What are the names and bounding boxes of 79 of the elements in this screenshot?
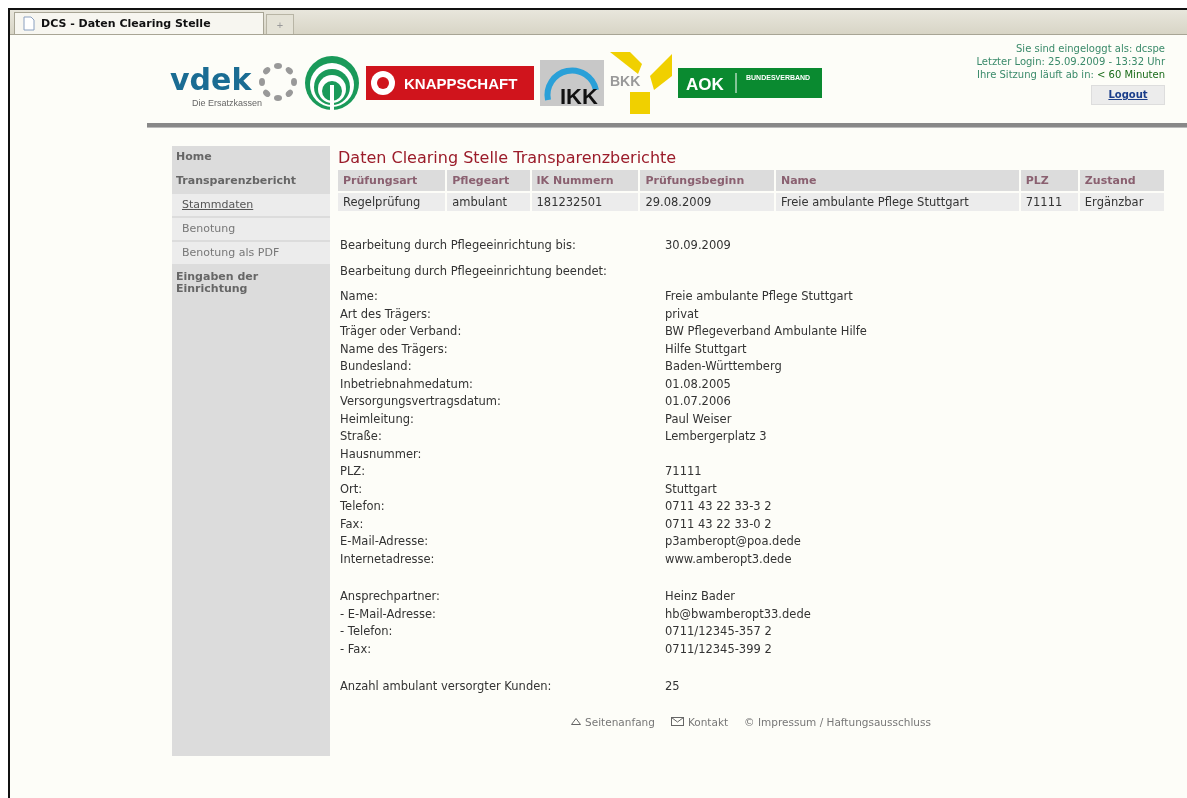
logo: [304, 55, 360, 111]
field-label: Internetadresse:: [340, 550, 436, 568]
field-label: Inbetriebnahmedatum:: [340, 375, 474, 393]
field-value: BW Pflegeverband Ambulante Hilfe: [665, 323, 867, 340]
field-value: 30.09.2009: [665, 237, 731, 254]
field-label: - Telefon:: [340, 623, 394, 640]
field-value: 0711/12345-399 2: [665, 640, 772, 658]
field-label: Name:: [340, 288, 379, 305]
field-label: Fax:: [340, 515, 365, 533]
field-label: Versorgungsvertragsdatum:: [340, 393, 502, 410]
field-value: p3amberopt@poa.dede: [665, 533, 801, 550]
field-label: Bearbeitung durch Pflegeeinrichtung beendet:: [340, 262, 608, 280]
footer-link[interactable]: Kontakt: [670, 715, 729, 728]
field-label: Telefon:: [340, 498, 386, 515]
page-icon: [23, 16, 35, 31]
footer-link[interactable]: © Impressum / Haftungsausschluss: [744, 715, 931, 728]
column-header: Zustand: [1079, 170, 1164, 191]
field-value: 01.08.2005: [665, 375, 731, 393]
table-cell: 29.08.2009: [640, 193, 774, 211]
field-label: E-Mail-Adresse:: [340, 533, 430, 550]
field-label: - E-Mail-Adresse:: [340, 605, 437, 623]
column-header: Prüfungsart: [338, 170, 446, 191]
sidebar-item[interactable]: Benotung: [172, 218, 330, 240]
browser-tab[interactable]: DCS - Daten Clearing Stelle: [14, 12, 264, 34]
field-label: PLZ:: [340, 463, 367, 480]
field-value: Baden-Württemberg: [665, 358, 782, 375]
table-cell: Ergänzbar: [1079, 193, 1164, 211]
field-value: 0711 43 22 33-0 2: [665, 515, 772, 533]
field-label: Name des Trägers:: [340, 340, 449, 358]
field-label: Hausnummer:: [340, 445, 423, 463]
field-value: 71111: [665, 463, 702, 480]
field-value: Paul Weiser: [665, 410, 732, 428]
column-header: Name: [775, 170, 1019, 191]
login-user-text: Sie sind eingeloggt als: dcspe: [1016, 41, 1165, 55]
logout-button[interactable]: Logout: [1091, 84, 1165, 105]
table-cell: Freie ambulante Pflege Stuttgart: [775, 193, 1019, 211]
table-cell: Regelprüfung: [338, 193, 446, 211]
logo: BKK: [610, 52, 672, 114]
page-title: Daten Clearing Stelle Transparenzberichte: [338, 148, 678, 168]
sidebar-item[interactable]: Stammdaten: [172, 194, 330, 216]
field-value: Lembergerplatz 3: [665, 428, 767, 445]
column-header: PLZ: [1020, 170, 1078, 191]
footer-link[interactable]: Seitenanfang: [571, 715, 655, 728]
triangle-up-icon: [571, 718, 582, 725]
column-header: Pflegeart: [447, 170, 530, 191]
column-header: Prüfungsbeginn: [640, 170, 774, 191]
table-cell: 181232501: [531, 193, 639, 211]
field-value: www.amberopt3.dede: [665, 550, 792, 568]
field-label: Straße:: [340, 428, 383, 445]
field-value: privat: [665, 305, 699, 323]
session-expiry-value: < 60 Minuten: [1097, 68, 1165, 80]
field-value: Hilfe Stuttgart: [665, 340, 747, 358]
logo: KNAPPSCHAFT: [366, 66, 534, 100]
field-label: Art des Trägers:: [340, 305, 432, 323]
table-cell: ambulant: [447, 193, 530, 211]
table-cell: 71111: [1020, 193, 1078, 211]
field-value: Heinz Bader: [665, 588, 735, 605]
field-label: Bundesland:: [340, 358, 413, 375]
field-value: 25: [665, 678, 680, 695]
mail-icon: [670, 717, 684, 726]
field-label: Heimleitung:: [340, 410, 415, 428]
logo: vdek Die Ersatzkassen: [170, 56, 298, 110]
field-value: 01.07.2006: [665, 393, 731, 410]
session-expiry-label: Ihre Sitzung läuft ab in:: [977, 68, 1094, 80]
field-label: Träger oder Verband:: [340, 323, 463, 340]
field-label: Anzahl ambulant versorgter Kunden:: [340, 678, 553, 695]
field-value: 0711 43 22 33-3 2: [665, 498, 772, 515]
field-value: hb@bwamberopt33.dede: [665, 605, 811, 623]
column-header: IK Nummern: [531, 170, 639, 191]
field-value: Stuttgart: [665, 480, 717, 498]
field-label: Ansprechpartner:: [340, 588, 441, 605]
field-label: Bearbeitung durch Pflegeeinrichtung bis:: [340, 237, 577, 254]
sidebar-item[interactable]: Benotung als PDF: [172, 242, 330, 264]
last-login-text: Letzter Login: 25.09.2009 - 13:32 Uhr: [976, 54, 1165, 68]
field-label: Ort:: [340, 480, 364, 498]
field-label: - Fax:: [340, 640, 373, 658]
field-value: Freie ambulante Pflege Stuttgart: [665, 288, 853, 305]
logo: IKK: [540, 60, 604, 106]
field-value: 0711/12345-357 2: [665, 623, 772, 640]
